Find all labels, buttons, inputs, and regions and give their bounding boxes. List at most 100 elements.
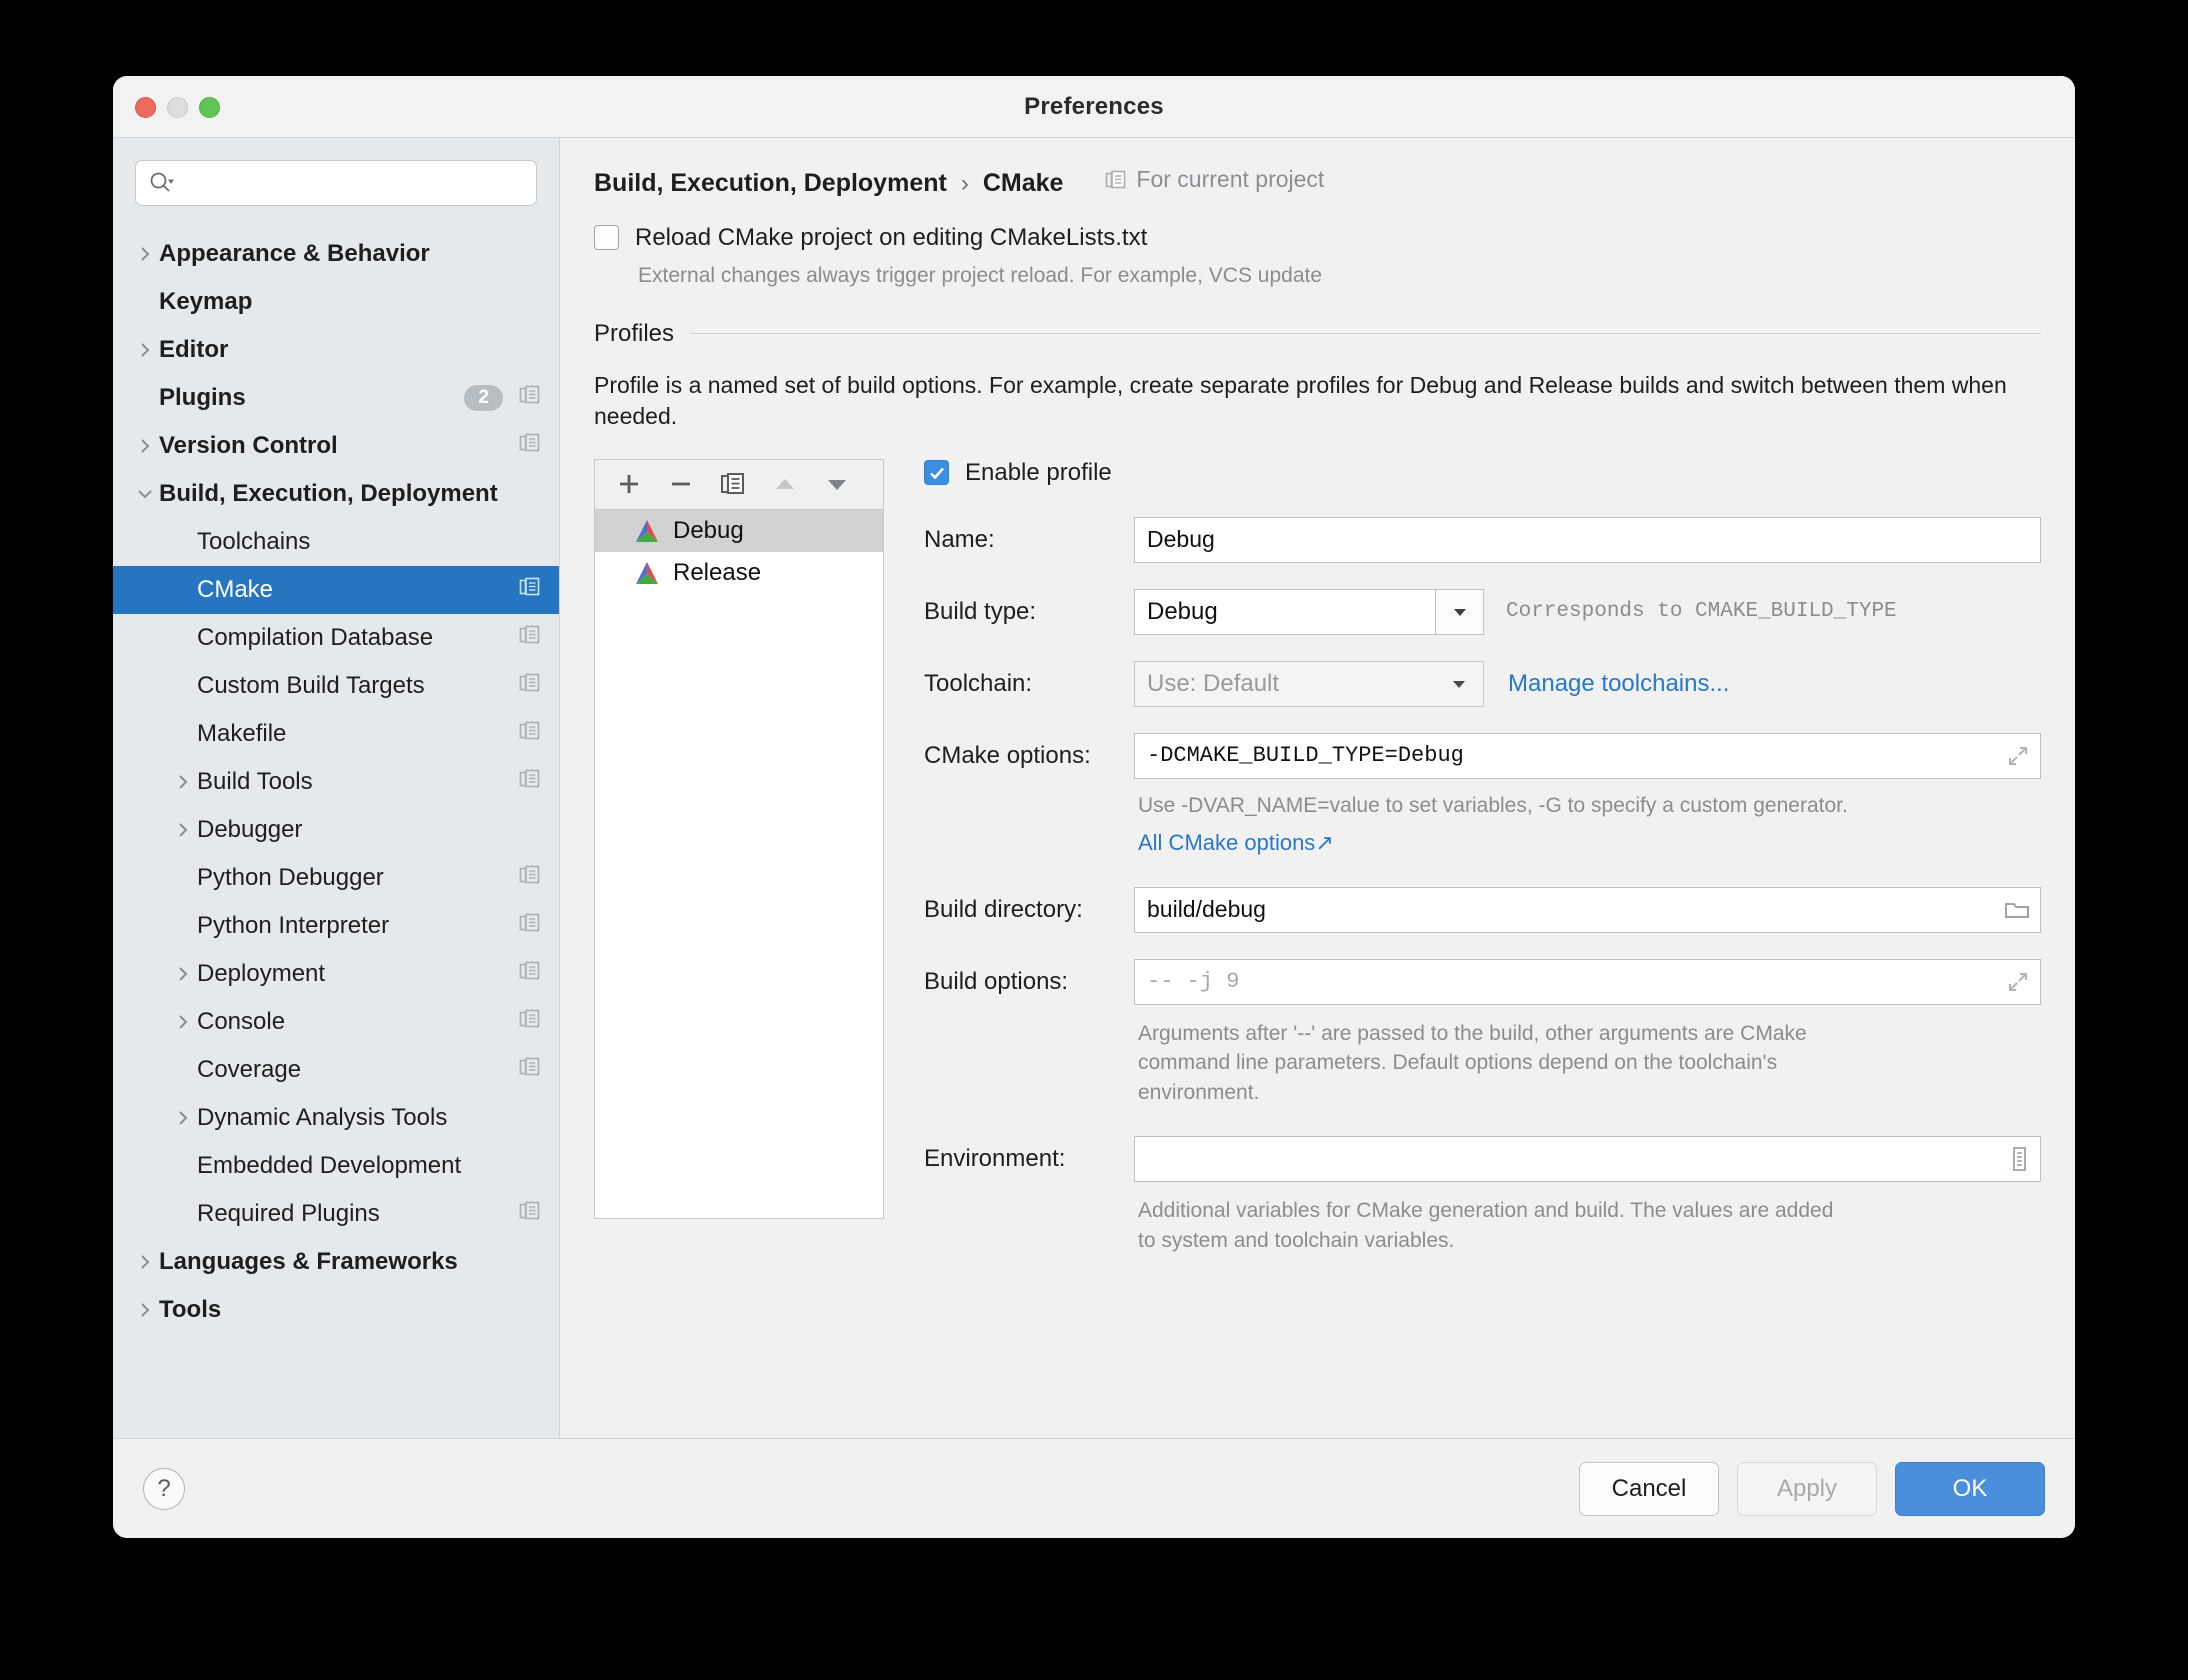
search-box[interactable] bbox=[135, 160, 537, 206]
expand-icon[interactable] bbox=[2006, 970, 2030, 994]
list-editor-icon[interactable] bbox=[2008, 1146, 2030, 1172]
sidebar-item-label: Editor bbox=[159, 336, 229, 363]
name-label: Name: bbox=[924, 525, 995, 553]
sidebar-item-build-tools[interactable]: Build Tools bbox=[113, 758, 559, 806]
profile-name: Debug bbox=[673, 516, 744, 544]
project-scope-copy-icon bbox=[519, 624, 541, 653]
remove-profile-button[interactable] bbox=[655, 461, 707, 507]
breadcrumb-parent[interactable]: Build, Execution, Deployment bbox=[594, 169, 947, 198]
sidebar-item-keymap[interactable]: Keymap bbox=[113, 278, 559, 326]
sidebar-item-version-control[interactable]: Version Control bbox=[113, 422, 559, 470]
chevron-right-icon[interactable] bbox=[131, 437, 159, 455]
sidebar-item-toolchains[interactable]: Toolchains bbox=[113, 518, 559, 566]
profiles-toolbar bbox=[594, 458, 884, 509]
copy-icon bbox=[519, 721, 540, 739]
sidebar-item-plugins[interactable]: Plugins 2 bbox=[113, 374, 559, 422]
project-scope-copy-icon bbox=[519, 720, 541, 749]
name-input[interactable]: Debug bbox=[1134, 516, 2041, 563]
sidebar-item-label: Tools bbox=[159, 1296, 222, 1323]
sidebar-item-editor[interactable]: Editor bbox=[113, 326, 559, 374]
add-profile-button[interactable] bbox=[603, 461, 655, 507]
sidebar-item-python-debugger[interactable]: Python Debugger bbox=[113, 854, 559, 902]
sidebar-item-languages-frameworks[interactable]: Languages & Frameworks bbox=[113, 1238, 559, 1286]
chevron-right-icon[interactable] bbox=[131, 245, 159, 263]
sidebar-item-label: Keymap bbox=[159, 288, 253, 315]
reload-cmake-row[interactable]: Reload CMake project on editing CMakeLis… bbox=[594, 224, 2041, 252]
enable-profile-row[interactable]: Enable profile bbox=[924, 459, 2041, 487]
search-input[interactable] bbox=[180, 170, 524, 196]
chevron-right-icon[interactable] bbox=[169, 1013, 197, 1031]
sidebar-item-custom-build-targets[interactable]: Custom Build Targets bbox=[113, 662, 559, 710]
ok-button[interactable]: OK bbox=[1895, 1461, 2045, 1516]
move-profile-up-button[interactable] bbox=[759, 461, 811, 507]
chevron-right-icon[interactable] bbox=[131, 1253, 159, 1271]
minimize-button[interactable] bbox=[167, 97, 188, 118]
chevron-right-icon[interactable] bbox=[169, 773, 197, 791]
sidebar-item-label: Required Plugins bbox=[197, 1200, 380, 1227]
copy-icon bbox=[1106, 170, 1126, 188]
folder-icon[interactable] bbox=[2004, 898, 2030, 922]
copy-icon bbox=[519, 1201, 540, 1219]
copy-icon bbox=[519, 433, 540, 451]
reload-cmake-checkbox[interactable] bbox=[594, 225, 619, 250]
apply-button[interactable]: Apply bbox=[1737, 1461, 1877, 1516]
minus-icon bbox=[672, 483, 690, 486]
external-link-icon[interactable]: ↗ bbox=[1315, 830, 1333, 855]
sidebar-item-python-interpreter[interactable]: Python Interpreter bbox=[113, 902, 559, 950]
chevron-right-icon[interactable] bbox=[169, 821, 197, 839]
expand-icon[interactable] bbox=[2006, 744, 2030, 768]
sidebar-item-required-plugins[interactable]: Required Plugins bbox=[113, 1190, 559, 1238]
move-profile-down-button[interactable] bbox=[811, 461, 863, 507]
chevron-right-icon[interactable] bbox=[131, 1301, 159, 1319]
chevron-right-icon[interactable] bbox=[169, 965, 197, 983]
enable-profile-checkbox[interactable] bbox=[924, 460, 949, 486]
cmake-logo-icon bbox=[636, 561, 658, 584]
profile-form: Enable profile Name: Debug Build type: D… bbox=[908, 459, 2041, 1256]
build-directory-label: Build directory: bbox=[924, 895, 1083, 923]
sidebar-item-label: Appearance & Behavior bbox=[159, 240, 430, 267]
cmake-options-input[interactable]: -DCMAKE_BUILD_TYPE=Debug bbox=[1134, 732, 2041, 779]
copy-icon bbox=[519, 385, 540, 403]
close-button[interactable] bbox=[135, 97, 156, 118]
sidebar-item-coverage[interactable]: Coverage bbox=[113, 1046, 559, 1094]
check-icon bbox=[929, 467, 944, 480]
sidebar-item-tools[interactable]: Tools bbox=[113, 1286, 559, 1334]
chevron-down-icon[interactable] bbox=[1435, 589, 1483, 634]
sidebar-item-appearance-behavior[interactable]: Appearance & Behavior bbox=[113, 230, 559, 278]
build-type-select[interactable]: Debug bbox=[1134, 588, 1484, 635]
sidebar-item-embedded-development[interactable]: Embedded Development bbox=[113, 1142, 559, 1190]
manage-toolchains-link[interactable]: Manage toolchains... bbox=[1508, 670, 1729, 698]
build-directory-value: build/debug bbox=[1147, 896, 1266, 923]
help-button[interactable]: ? bbox=[143, 1467, 185, 1510]
build-options-input[interactable]: -- -j 9 bbox=[1134, 958, 2041, 1005]
sidebar-item-cmake[interactable]: CMake bbox=[113, 566, 559, 614]
enable-profile-label: Enable profile bbox=[965, 458, 1112, 486]
profiles-list[interactable]: Debug Release bbox=[594, 508, 884, 1219]
all-cmake-options-link[interactable]: All CMake options bbox=[1138, 830, 1315, 855]
environment-row: Environment: bbox=[924, 1136, 2041, 1183]
sidebar-item-build-execution-deployment[interactable]: Build, Execution, Deployment bbox=[113, 470, 559, 518]
zoom-button[interactable] bbox=[199, 97, 220, 118]
sidebar-item-makefile[interactable]: Makefile bbox=[113, 710, 559, 758]
sidebar-item-label: Dynamic Analysis Tools bbox=[197, 1104, 448, 1131]
chevron-right-icon[interactable] bbox=[169, 1109, 197, 1127]
project-scope-copy-icon bbox=[519, 768, 541, 797]
copy-profile-button[interactable] bbox=[707, 461, 759, 507]
build-directory-input[interactable]: build/debug bbox=[1134, 886, 2041, 933]
chevron-right-icon[interactable] bbox=[131, 341, 159, 359]
chevron-down-icon[interactable] bbox=[131, 485, 159, 503]
cmake-options-value: -DCMAKE_BUILD_TYPE=Debug bbox=[1147, 743, 1464, 769]
environment-input[interactable] bbox=[1134, 1136, 2041, 1183]
profile-list-item[interactable]: Release bbox=[595, 552, 883, 594]
sidebar-item-console[interactable]: Console bbox=[113, 998, 559, 1046]
sidebar-item-badge: 2 bbox=[464, 385, 503, 411]
cancel-button[interactable]: Cancel bbox=[1579, 1461, 1719, 1516]
sidebar-item-deployment[interactable]: Deployment bbox=[113, 950, 559, 998]
sidebar-item-compilation-database[interactable]: Compilation Database bbox=[113, 614, 559, 662]
chevron-down-icon[interactable] bbox=[1435, 662, 1483, 706]
settings-sidebar: Appearance & Behavior Keymap Editor Plugins… bbox=[113, 138, 560, 1438]
toolchain-select[interactable]: Use: Default bbox=[1134, 660, 1484, 707]
profile-list-item[interactable]: Debug bbox=[595, 509, 883, 552]
sidebar-item-debugger[interactable]: Debugger bbox=[113, 806, 559, 854]
sidebar-item-dynamic-analysis-tools[interactable]: Dynamic Analysis Tools bbox=[113, 1094, 559, 1142]
